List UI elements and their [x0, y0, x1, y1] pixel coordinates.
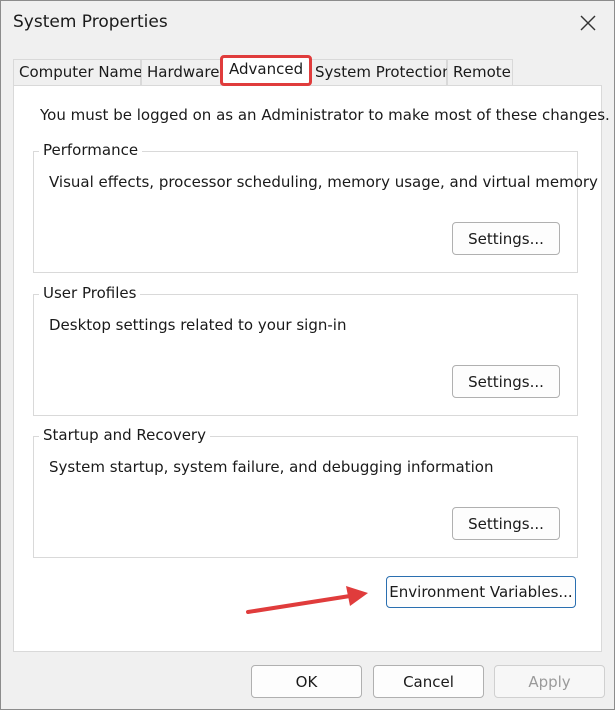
cancel-button[interactable]: Cancel	[373, 665, 484, 698]
user-profiles-settings-button[interactable]: Settings...	[452, 365, 560, 398]
startup-recovery-settings-button[interactable]: Settings...	[452, 507, 560, 540]
user-profiles-title: User Profiles	[39, 284, 141, 302]
red-arrow-icon	[246, 586, 368, 614]
startup-recovery-group: Startup and Recovery System startup, sys…	[33, 426, 578, 558]
close-button[interactable]	[566, 3, 610, 43]
apply-button[interactable]: Apply	[494, 665, 605, 698]
user-profiles-group: User Profiles Desktop settings related t…	[33, 284, 578, 416]
performance-title: Performance	[39, 141, 143, 159]
tab-computer-name[interactable]: Computer Name	[13, 59, 143, 85]
ok-button[interactable]: OK	[251, 665, 362, 698]
performance-settings-button[interactable]: Settings...	[452, 222, 560, 255]
tab-hardware[interactable]: Hardware	[141, 59, 221, 85]
user-profiles-description: Desktop settings related to your sign-in	[49, 316, 347, 334]
title-bar: System Properties	[1, 1, 614, 45]
window-title: System Properties	[13, 12, 168, 32]
startup-recovery-description: System startup, system failure, and debu…	[49, 458, 494, 476]
performance-group: Performance Visual effects, processor sc…	[33, 141, 598, 273]
close-icon	[580, 15, 596, 31]
admin-notice: You must be logged on as an Administrato…	[40, 106, 610, 124]
tab-system-protection[interactable]: System Protection	[309, 59, 452, 85]
tab-advanced[interactable]: Advanced	[220, 55, 312, 86]
system-properties-dialog: System Properties Computer Name Hardware…	[0, 0, 615, 710]
environment-variables-button[interactable]: Environment Variables...	[386, 576, 576, 608]
startup-recovery-title: Startup and Recovery	[39, 426, 210, 444]
advanced-tab-panel: You must be logged on as an Administrato…	[13, 85, 610, 652]
tab-remote[interactable]: Remote	[447, 59, 513, 85]
performance-description: Visual effects, processor scheduling, me…	[49, 173, 598, 191]
